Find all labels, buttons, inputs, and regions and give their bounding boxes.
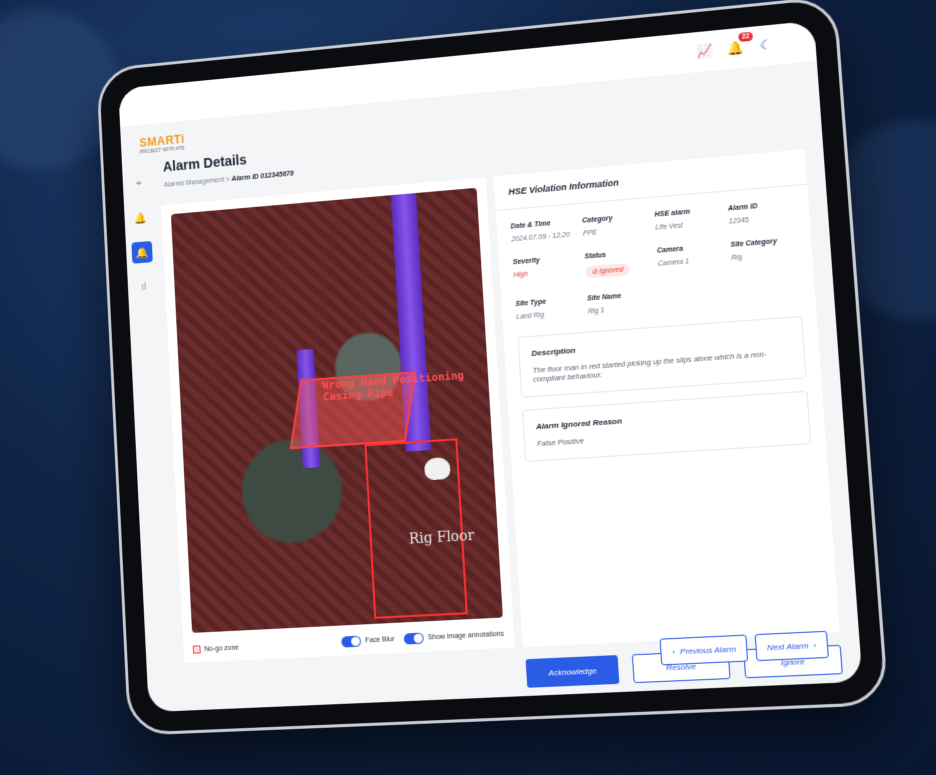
sidebar-item-reports[interactable]: ıl — [133, 276, 154, 299]
field-value: PPE — [582, 229, 598, 238]
previous-alarm-button[interactable]: ‹ Previous Alarm — [659, 634, 749, 666]
field-label: Site Category — [730, 238, 778, 249]
field-label: Site Type — [515, 298, 547, 308]
chevron-right-icon: › — [813, 640, 817, 650]
notification-badge: 22 — [738, 31, 754, 43]
image-panel: Wrong Hand Positioning Casing Pipe Rig F… — [161, 177, 515, 664]
field-label: Severity — [512, 257, 541, 267]
app-screen: 📈 🔔 22 ☾ SMARTi PROJECT WITH ATB ⌖ 🔔 🔔 ıl… — [118, 20, 863, 713]
app-logo[interactable]: SMARTi PROJECT WITH ATB — [139, 132, 185, 155]
annotation-label: Wrong Hand Positioning Casing Pipe — [322, 369, 465, 404]
field-alarm-id: Alarm ID 12345 — [728, 200, 795, 226]
toggle-switch[interactable] — [403, 632, 425, 645]
field-value: Land Rig — [516, 311, 545, 321]
tablet-frame: 📈 🔔 22 ☾ SMARTi PROJECT WITH ATB ⌖ 🔔 🔔 ıl… — [96, 0, 889, 736]
field-value: Rig — [731, 254, 743, 263]
alarm-snapshot: Wrong Hand Positioning Casing Pipe Rig F… — [170, 187, 503, 633]
field-label: HSE alarm — [654, 208, 691, 219]
field-hse-alarm: HSE alarm Life Vest — [654, 206, 721, 232]
field-label: Date & Time — [510, 220, 551, 231]
field-value: 2024.07.09 - 12:20 — [511, 231, 571, 244]
acknowledge-button[interactable]: Acknowledge — [525, 655, 620, 688]
sidebar-item-notifications[interactable]: 🔔 — [130, 206, 151, 229]
field-label: Camera — [656, 245, 684, 255]
field-value: Camera 1 — [657, 258, 690, 268]
face-blur-toggle[interactable]: Face Blur — [341, 634, 395, 648]
status-badge: ⊘ Ignored — [585, 263, 630, 279]
field-severity: Severity High — [513, 254, 578, 285]
breadcrumb-current: Alarm ID 012345678 — [231, 170, 294, 183]
field-label: Status — [584, 251, 607, 261]
legend-nogo-label: No-go zone — [204, 643, 239, 653]
next-alarm-button[interactable]: Next Alarm › — [754, 630, 829, 662]
annotations-toggle[interactable]: Show image annotations — [403, 629, 505, 645]
field-value: Life Vest — [655, 222, 684, 232]
sidebar-item-location[interactable]: ⌖ — [128, 172, 149, 195]
location-icon: ⌖ — [135, 176, 142, 189]
sidebar-item-alarms[interactable]: 🔔 — [131, 240, 153, 264]
nogo-swatch — [192, 644, 201, 654]
field-date-time: Date & Time 2024.07.09 - 12:20 — [510, 218, 575, 243]
field-label: Category — [581, 215, 613, 225]
field-camera: Camera Camera 1 — [657, 243, 724, 274]
detail-panels: Wrong Hand Positioning Casing Pipe Rig F… — [161, 149, 840, 664]
info-grid: Date & Time 2024.07.09 - 12:20 Category PP… — [496, 185, 816, 326]
bell-icon[interactable]: 🔔 22 — [726, 31, 754, 58]
previous-label: Previous Alarm — [679, 643, 737, 656]
annotations-label: Show image annotations — [427, 631, 505, 642]
bell-icon: 🔔 — [133, 212, 148, 225]
worker-helmet — [423, 456, 451, 481]
alarm-icon: 🔔 — [135, 246, 149, 260]
image-controls: No-go zone Face Blur Show image annotati… — [192, 629, 505, 655]
field-label: Site Name — [586, 292, 622, 303]
next-label: Next Alarm — [766, 640, 809, 652]
sidebar: ⌖ 🔔 🔔 ıl — [122, 172, 160, 299]
breadcrumb-separator: > — [225, 176, 230, 184]
field-label: Alarm ID — [727, 203, 758, 213]
breadcrumb-parent[interactable]: Alarms Management — [164, 177, 225, 189]
field-status: Status ⊘ Ignored — [584, 248, 650, 279]
description-card: Description The floor man in red started… — [517, 315, 807, 398]
ignored-reason-card: Alarm Ignored Reason False Positive — [522, 390, 812, 463]
field-site-category: Site Category Rig — [730, 237, 798, 269]
field-site-type: Site Type Land Rig — [515, 296, 580, 321]
analytics-icon[interactable]: 📈 — [696, 43, 713, 60]
zone-label: Rig Floor — [408, 527, 475, 548]
toggle-group: Face Blur Show image annotations — [341, 629, 505, 648]
severity-value: High — [513, 271, 529, 280]
face-blur-label: Face Blur — [365, 636, 395, 645]
moon-icon[interactable]: ☾ — [757, 37, 775, 55]
field-value: Rig 1 — [587, 307, 605, 316]
field-site-name: Site Name Rig 1 — [587, 291, 653, 316]
info-panel: HSE Violation Information Date & Time 202… — [493, 149, 840, 648]
legend-nogo: No-go zone — [192, 643, 239, 654]
field-value: 12345 — [728, 216, 750, 226]
field-category: Category PPE — [582, 212, 648, 237]
chevron-left-icon: ‹ — [671, 646, 676, 657]
bar-chart-icon: ıl — [140, 280, 147, 293]
main-content: Alarm Details Alarms Management > Alarm … — [159, 99, 863, 713]
toggle-switch[interactable] — [341, 635, 362, 648]
